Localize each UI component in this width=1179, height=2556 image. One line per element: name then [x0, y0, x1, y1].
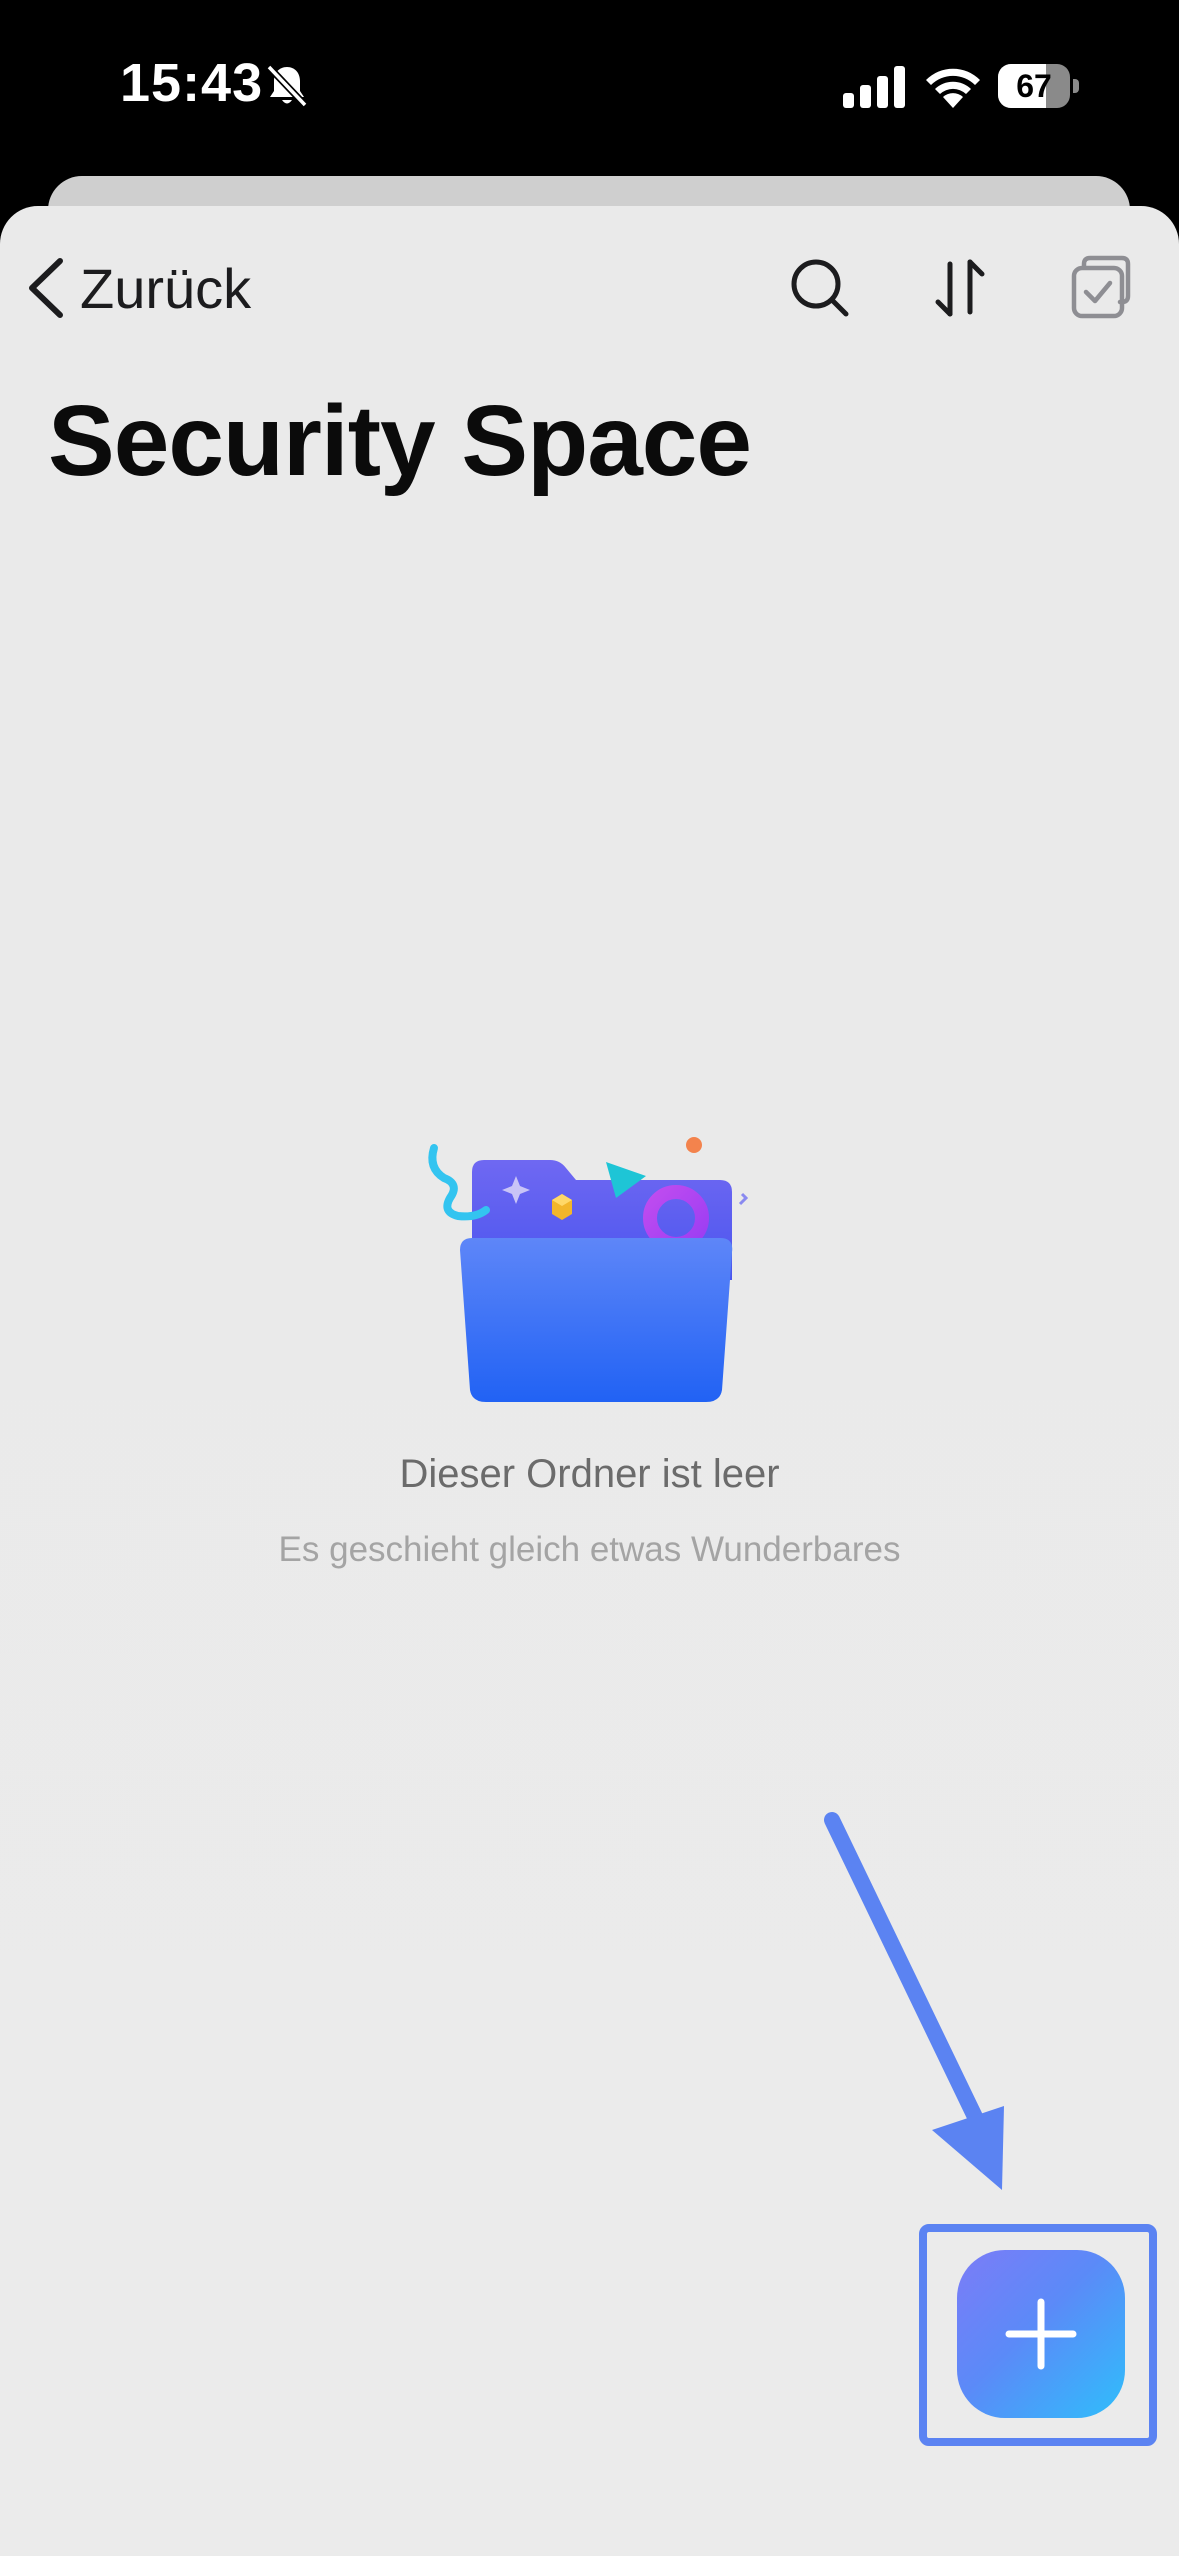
battery-icon: 67: [998, 64, 1080, 108]
status-bar: 15:43 67: [0, 0, 1179, 175]
annotation-arrow: [824, 1812, 1004, 2190]
back-button[interactable]: Zurück: [22, 252, 251, 324]
chevron-left-icon: [29, 258, 63, 318]
sort-icon: [935, 259, 985, 317]
select-icon: [1071, 255, 1131, 319]
battery-body: 67: [998, 64, 1070, 108]
select-button[interactable]: [1066, 252, 1138, 324]
search-button[interactable]: [784, 252, 856, 324]
wifi-icon: [926, 68, 980, 108]
sort-button[interactable]: [924, 252, 996, 324]
bell-slash-icon: [266, 64, 308, 108]
battery-cap: [1073, 79, 1079, 93]
plus-icon: [1005, 2298, 1077, 2370]
back-button-label: Zurück: [80, 256, 252, 320]
add-button[interactable]: [957, 2250, 1125, 2418]
page-title: Security Space: [48, 385, 752, 497]
status-time: 15:43: [120, 53, 264, 113]
battery-level: 67: [1016, 68, 1052, 104]
cellular-signal-icon: [843, 66, 905, 108]
empty-folder-illustration: [428, 1137, 749, 1402]
screen: 15:43 67 Zurück Security Space Dieser Or…: [0, 0, 1179, 2556]
search-icon: [791, 259, 849, 317]
empty-state-subtitle: Es geschieht gleich etwas Wunderbares: [278, 1530, 901, 1569]
empty-state-title: Dieser Ordner ist leer: [399, 1452, 780, 1496]
